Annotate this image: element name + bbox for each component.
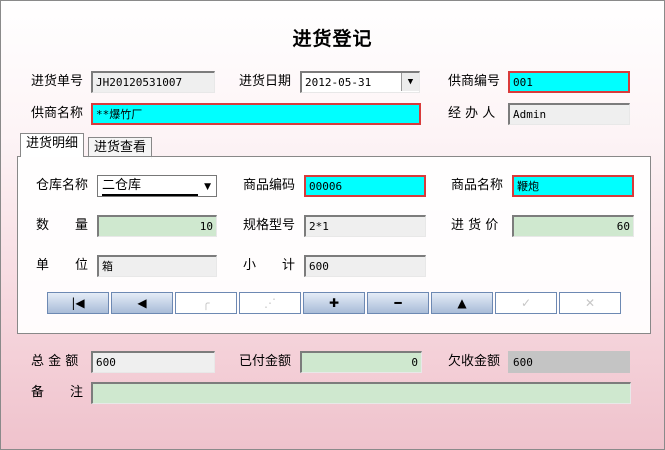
triangle-up-icon: ▲ — [457, 296, 467, 310]
total-field[interactable]: 600 — [91, 351, 215, 373]
minus-icon: ━ — [394, 296, 402, 310]
date-picker[interactable]: 2012-05-31 ▼ — [300, 71, 420, 93]
warehouse-value: 二仓库 — [102, 178, 198, 196]
supplier-name-label: 供商名称 — [31, 106, 84, 121]
edit-button[interactable]: ▲ — [431, 292, 493, 314]
prev-record-icon: ◀ — [137, 296, 147, 310]
paid-field[interactable]: 0 — [300, 351, 422, 373]
paid-label: 已付金额 — [239, 354, 292, 369]
next-record-icon: ╭ — [202, 296, 210, 310]
supplier-name-field[interactable]: **爆竹厂 — [91, 103, 421, 125]
order-no-label: 进货单号 — [31, 74, 84, 89]
remark-label: 备 注 — [31, 385, 84, 400]
qty-label: 数 量 — [36, 218, 89, 233]
date-value: 2012-05-31 — [305, 76, 372, 89]
last-record-icon: ⋰ — [264, 296, 276, 310]
spec-field[interactable]: 2*1 — [304, 215, 426, 237]
supplier-code-label: 供商编号 — [448, 74, 501, 89]
delete-button[interactable]: ━ — [367, 292, 429, 314]
remark-field[interactable] — [91, 382, 631, 404]
warehouse-label: 仓库名称 — [36, 178, 89, 193]
owed-label: 欠收金额 — [448, 354, 501, 369]
handler-field[interactable]: Admin — [508, 103, 630, 125]
date-label: 进货日期 — [239, 74, 292, 89]
first-record-icon: |◀ — [71, 296, 85, 310]
tab-detail[interactable]: 进货明细 — [20, 133, 85, 157]
page-title: 进货登记 — [292, 28, 373, 50]
subtotal-field[interactable]: 600 — [304, 255, 426, 277]
unit-field[interactable]: 箱 — [97, 255, 217, 277]
plus-icon: ✚ — [328, 296, 340, 310]
product-code-label: 商品编码 — [243, 178, 296, 193]
cancel-icon: ✕ — [584, 296, 596, 310]
price-field[interactable]: 60 — [512, 215, 634, 237]
supplier-code-field[interactable]: 001 — [508, 71, 630, 93]
add-button[interactable]: ✚ — [303, 292, 365, 314]
total-label: 总 金 额 — [31, 354, 79, 369]
handler-label: 经 办 人 — [448, 106, 496, 121]
next-record-button[interactable]: ╭ — [175, 292, 237, 314]
cancel-button[interactable]: ✕ — [559, 292, 621, 314]
price-label: 进 货 价 — [451, 218, 499, 233]
spec-label: 规格型号 — [243, 218, 296, 233]
product-name-field[interactable]: 鞭炮 — [512, 175, 634, 197]
subtotal-label: 小 计 — [243, 258, 296, 273]
warehouse-select[interactable]: 二仓库 ▼ — [97, 175, 217, 197]
chevron-down-icon[interactable]: ▼ — [204, 182, 211, 192]
qty-field[interactable]: 10 — [97, 215, 217, 237]
chevron-down-icon[interactable]: ▼ — [401, 73, 419, 91]
owed-field[interactable]: 600 — [508, 351, 630, 373]
unit-label: 单 位 — [36, 258, 89, 273]
product-name-label: 商品名称 — [451, 178, 504, 193]
last-record-button[interactable]: ⋰ — [239, 292, 301, 314]
order-no-field[interactable]: JH20120531007 — [91, 71, 215, 93]
first-record-button[interactable]: |◀ — [47, 292, 109, 314]
product-code-field[interactable]: 00006 — [304, 175, 426, 197]
check-icon: ✓ — [520, 296, 532, 310]
prev-record-button[interactable]: ◀ — [111, 292, 173, 314]
save-button[interactable]: ✓ — [495, 292, 557, 314]
